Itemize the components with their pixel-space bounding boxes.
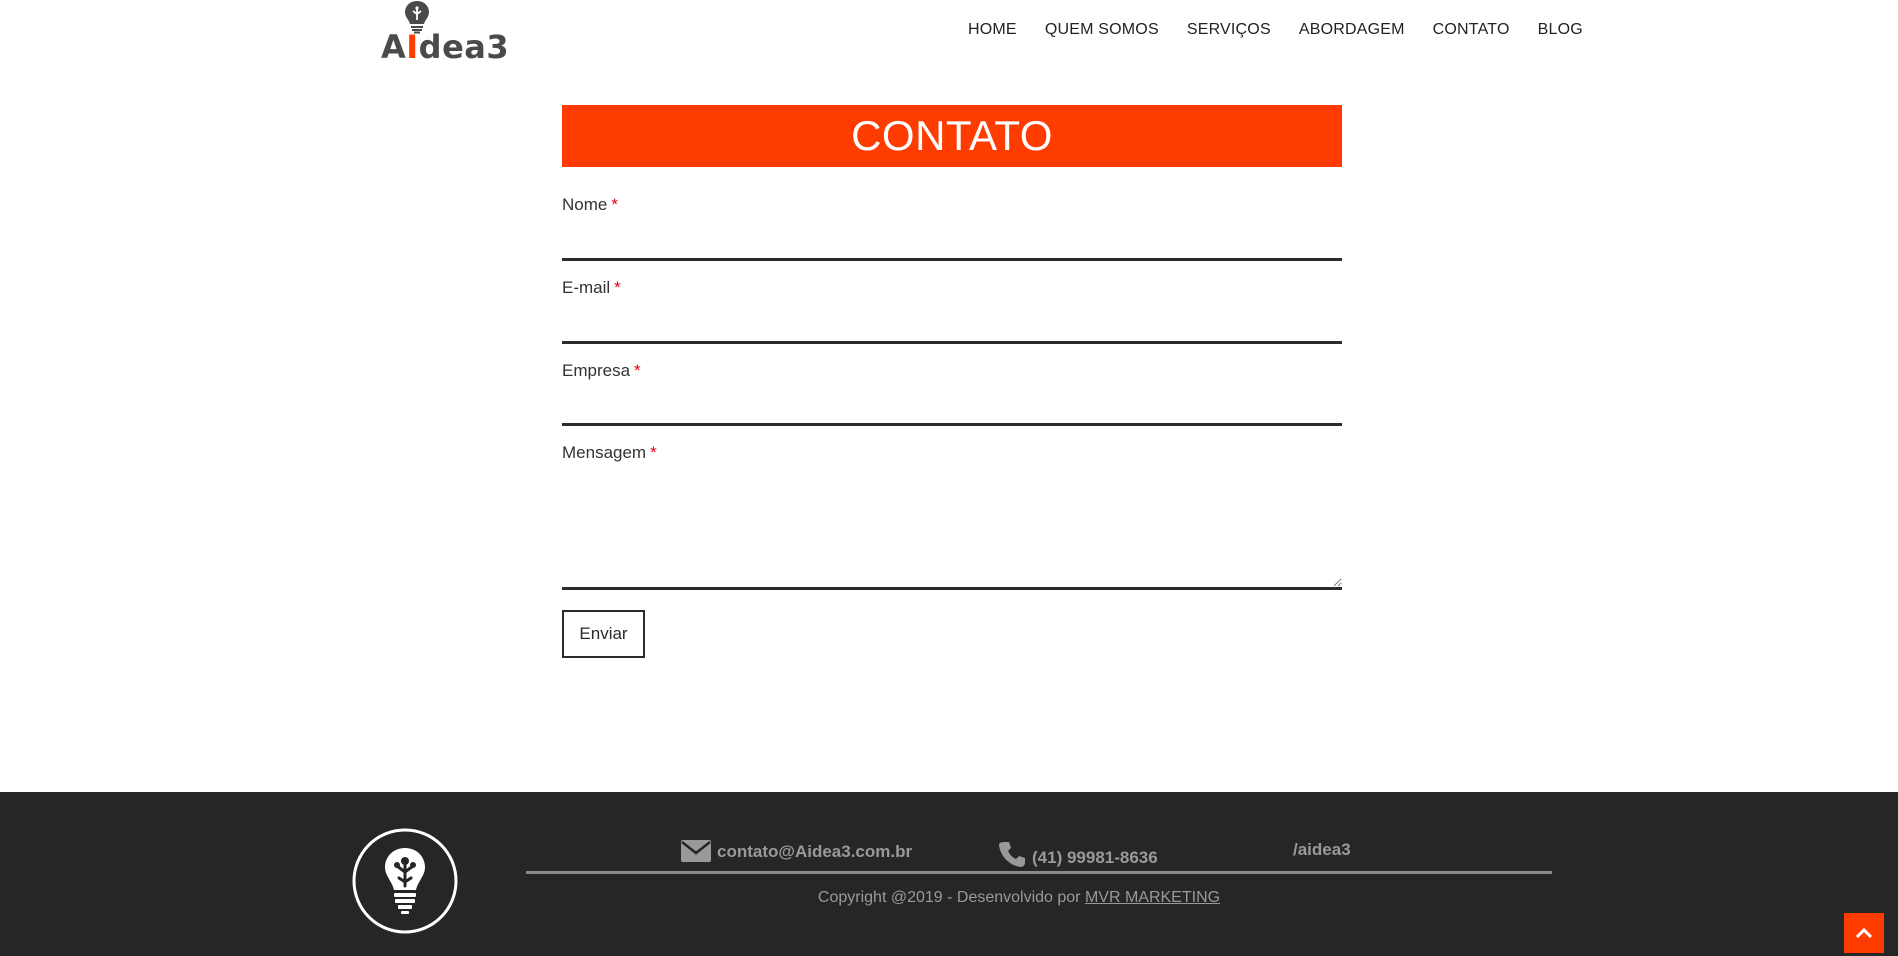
site-header: AIdea3 HOME QUEM SOMOS SERVIÇOS ABORDAGE…	[0, 0, 1898, 80]
main-nav: HOME QUEM SOMOS SERVIÇOS ABORDAGEM CONTA…	[968, 18, 1583, 42]
email-label: E-mail *	[562, 278, 621, 297]
phone-icon	[999, 842, 1025, 867]
submit-button[interactable]: Enviar	[562, 610, 645, 658]
nav-item-abordagem[interactable]: ABORDAGEM	[1299, 18, 1405, 42]
nav-item-contato[interactable]: CONTATO	[1433, 18, 1510, 42]
developer-link[interactable]: MVR MARKETING	[1085, 889, 1220, 906]
page-title: CONTATO	[562, 105, 1342, 167]
copyright: Copyright @2019 - Desenvolvido por MVR M…	[817, 889, 1221, 906]
required-marker: *	[614, 278, 621, 297]
scroll-top-button[interactable]	[1844, 913, 1884, 953]
envelope-icon	[681, 840, 711, 862]
phone-link[interactable]: (41) 99981-8636	[1032, 848, 1158, 868]
logo-text: AIdea3	[381, 28, 510, 66]
social-link[interactable]: /aidea3	[1293, 840, 1351, 860]
name-label: Nome *	[562, 195, 618, 214]
chevron-up-icon	[1855, 927, 1873, 939]
nav-item-quem-somos[interactable]: QUEM SOMOS	[1045, 18, 1159, 42]
company-field[interactable]	[562, 395, 1342, 426]
required-marker: *	[611, 195, 618, 214]
footer-divider	[526, 871, 1552, 874]
footer-email: contato@Aidea3.com.br	[681, 840, 912, 862]
email-link[interactable]: contato@Aidea3.com.br	[717, 842, 912, 862]
name-field[interactable]	[562, 230, 1342, 261]
nav-item-home[interactable]: HOME	[968, 18, 1017, 42]
message-label: Mensagem *	[562, 443, 657, 462]
lightbulb-icon	[352, 828, 458, 934]
footer-social: /aidea3	[1293, 840, 1351, 860]
site-footer	[0, 792, 1898, 956]
nav-item-servicos[interactable]: SERVIÇOS	[1187, 18, 1271, 42]
message-field[interactable]	[562, 470, 1342, 590]
email-field[interactable]	[562, 313, 1342, 344]
logo-link[interactable]: AIdea3	[380, 0, 520, 66]
footer-phone: (41) 99981-8636	[998, 840, 1158, 868]
company-label: Empresa *	[562, 361, 641, 380]
required-marker: *	[650, 443, 657, 462]
required-marker: *	[634, 361, 641, 380]
nav-item-blog[interactable]: BLOG	[1538, 18, 1583, 42]
